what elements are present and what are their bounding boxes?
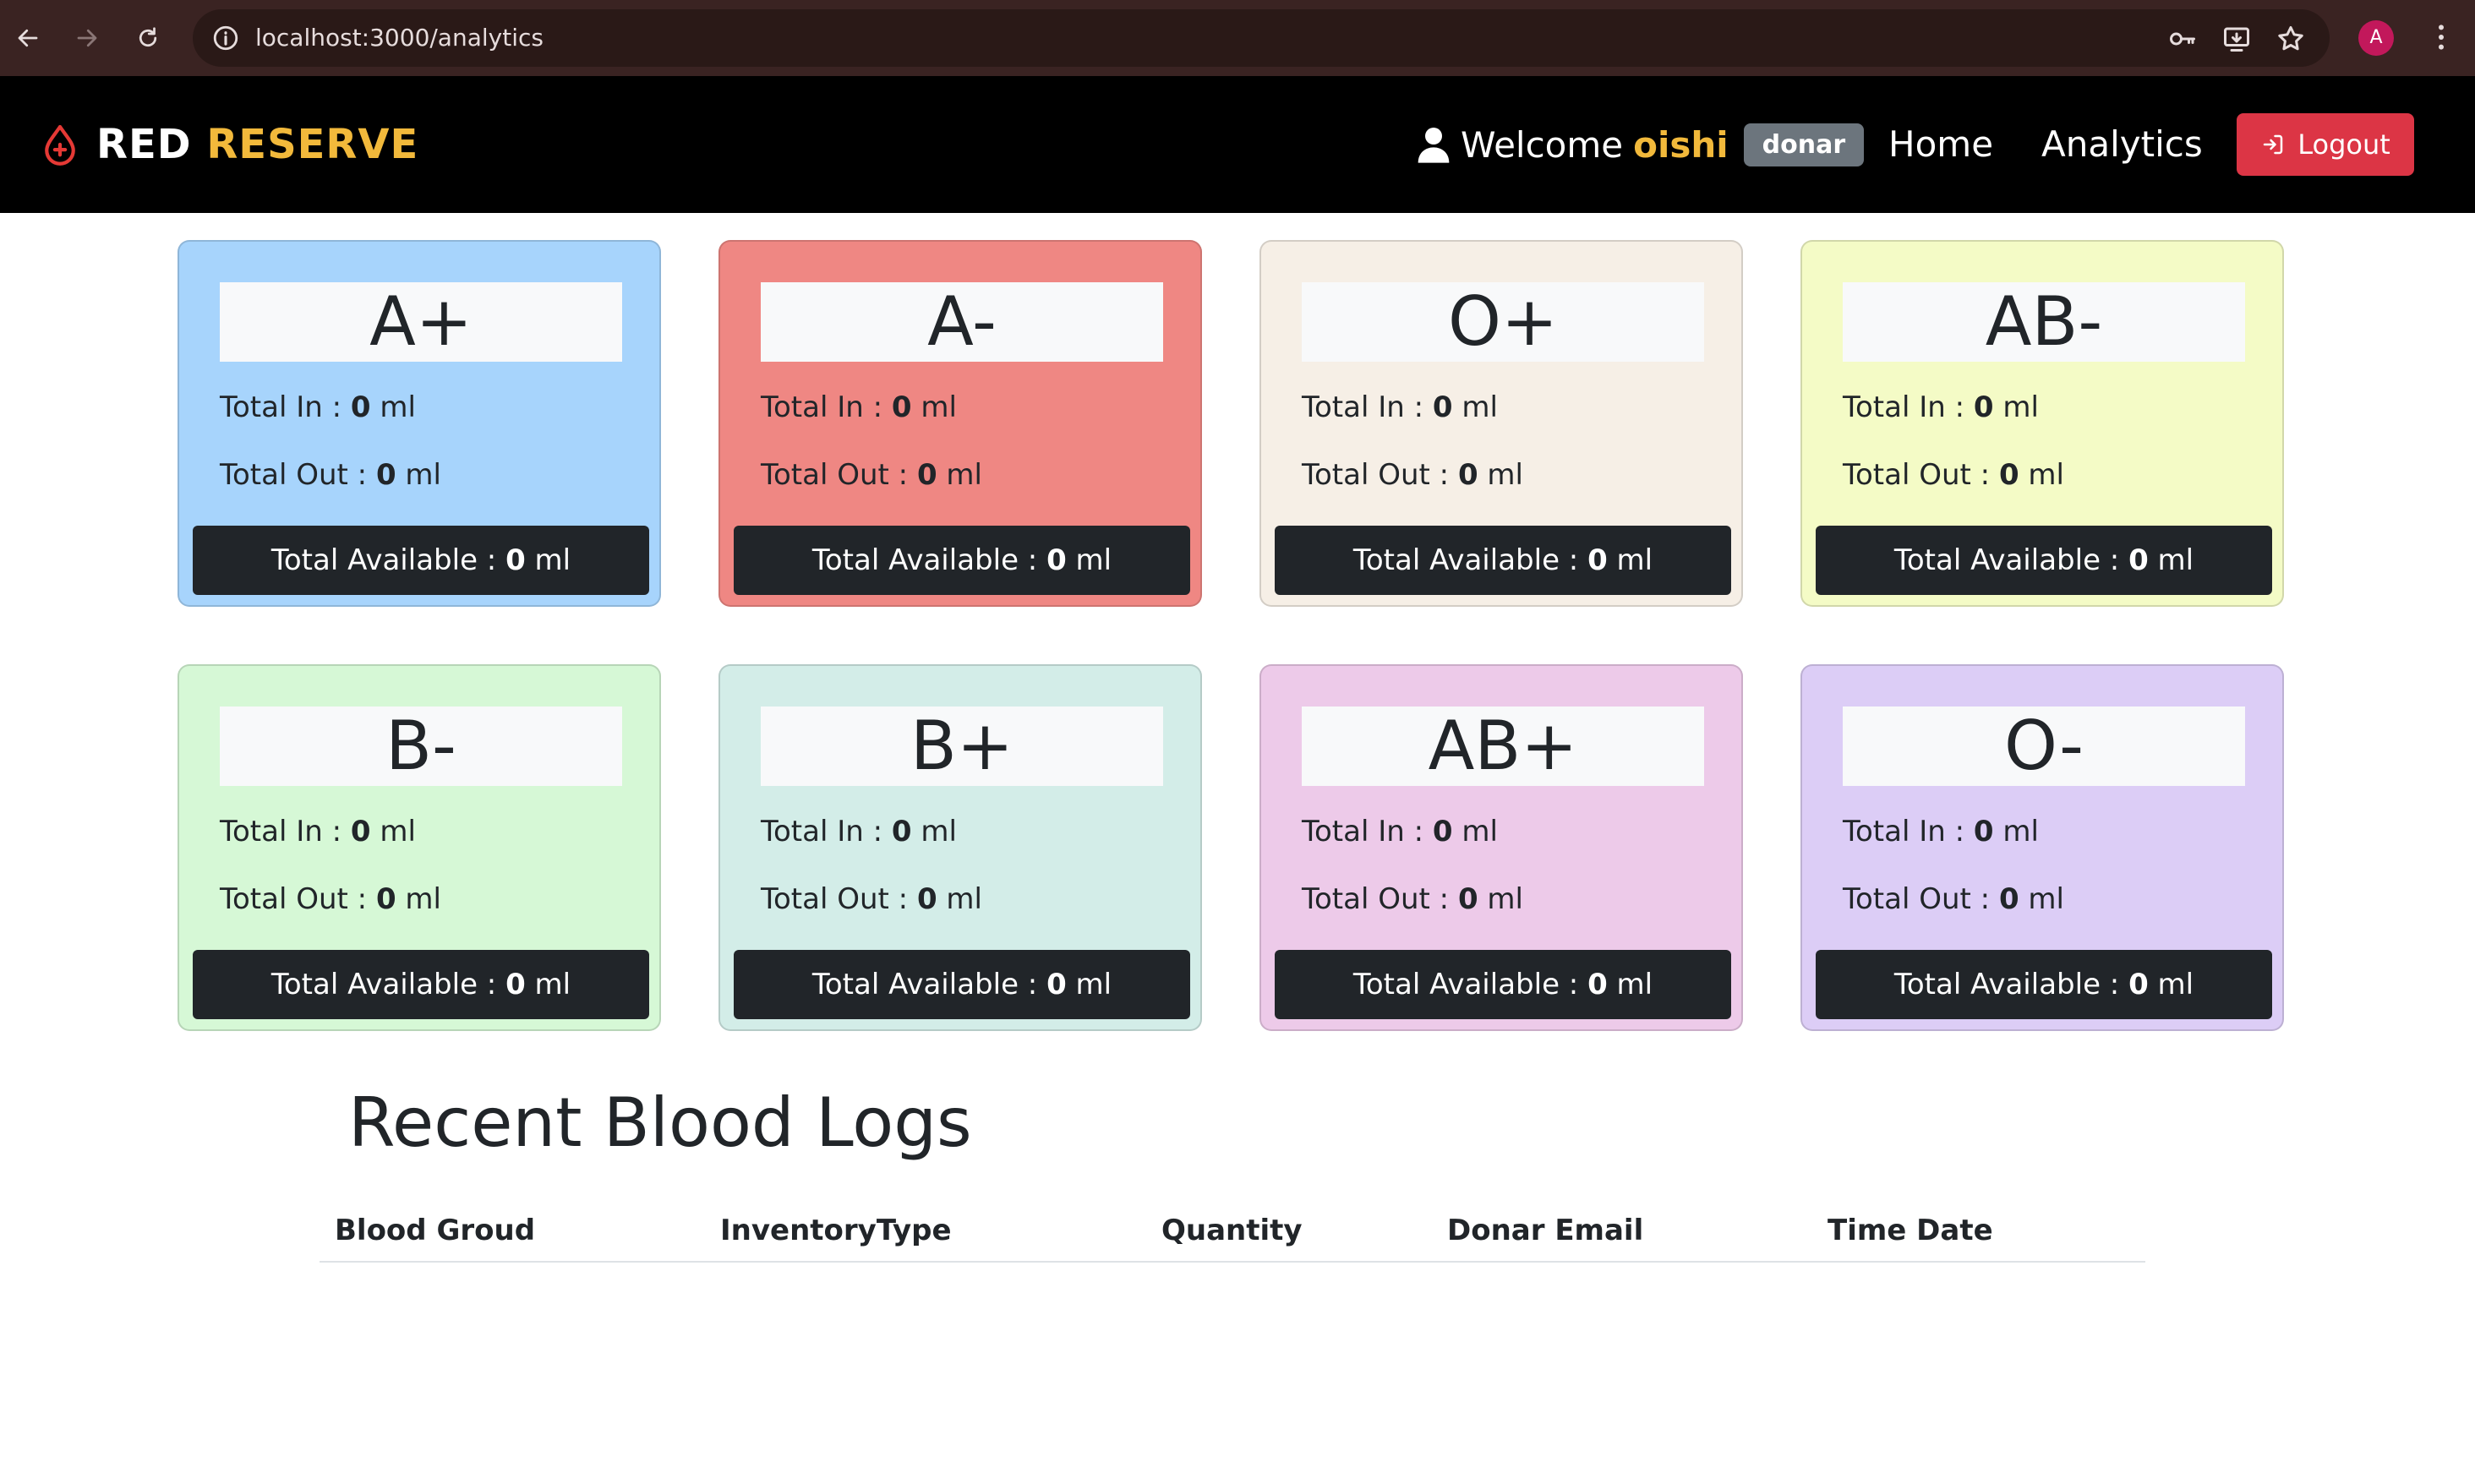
welcome-label: Welcome <box>1461 123 1624 166</box>
nav-link-home[interactable]: Home <box>1888 76 1993 213</box>
brand[interactable]: RED RESERVE <box>42 76 418 213</box>
total-available: Total Available : 0 ml <box>193 950 649 1019</box>
url-text[interactable]: localhost:3000/analytics <box>255 9 544 67</box>
total-out: Total Out : 0 ml <box>1302 458 1523 492</box>
back-button[interactable] <box>7 17 49 59</box>
role-badge: donar <box>1743 123 1865 166</box>
browser-toolbar: localhost:3000/analytics A <box>0 0 2475 76</box>
total-available: Total Available : 0 ml <box>1816 950 2272 1019</box>
forward-button[interactable] <box>66 17 108 59</box>
blood-group-title: AB+ <box>1302 707 1704 786</box>
total-out: Total Out : 0 ml <box>1302 882 1523 916</box>
blood-group-title: AB- <box>1843 282 2245 362</box>
reload-button[interactable] <box>127 17 169 59</box>
card-a-positive: A+ Total In : 0 ml Total Out : 0 ml Tota… <box>178 240 661 607</box>
card-ab-positive: AB+ Total In : 0 ml Total Out : 0 ml Tot… <box>1259 664 1743 1031</box>
column-header-blood-group: Blood Groud <box>320 1200 705 1263</box>
total-in: Total In : 0 ml <box>1302 390 1498 424</box>
user-icon <box>1418 128 1450 163</box>
arrow-right-icon <box>77 29 97 47</box>
total-in: Total In : 0 ml <box>1843 815 2039 848</box>
total-out: Total Out : 0 ml <box>761 458 982 492</box>
total-available: Total Available : 0 ml <box>1275 526 1731 595</box>
blood-group-title: A+ <box>220 282 622 362</box>
star-icon[interactable] <box>2276 24 2306 54</box>
total-out: Total Out : 0 ml <box>761 882 982 916</box>
total-available: Total Available : 0 ml <box>734 526 1190 595</box>
app-navbar: RED RESERVE Welcome oishi donar Home Ana… <box>0 76 2475 213</box>
blood-group-title: B+ <box>761 707 1163 786</box>
total-available: Total Available : 0 ml <box>734 950 1190 1019</box>
total-out: Total Out : 0 ml <box>1843 882 2064 916</box>
logout-icon <box>2263 134 2283 155</box>
install-app-icon[interactable] <box>2221 24 2252 54</box>
nav-link-analytics[interactable]: Analytics <box>2041 76 2203 213</box>
total-available: Total Available : 0 ml <box>1275 950 1731 1019</box>
total-out: Total Out : 0 ml <box>220 882 441 916</box>
total-in: Total In : 0 ml <box>1843 390 2039 424</box>
site-info-icon[interactable] <box>211 24 240 52</box>
column-header-inventory-type: InventoryType <box>705 1200 1146 1263</box>
card-b-negative: B- Total In : 0 ml Total Out : 0 ml Tota… <box>178 664 661 1031</box>
blood-drop-icon <box>45 124 75 166</box>
blood-group-title: A- <box>761 282 1163 362</box>
column-header-time-date: Time Date <box>1812 1200 2145 1263</box>
total-available: Total Available : 0 ml <box>193 526 649 595</box>
total-out: Total Out : 0 ml <box>1843 458 2064 492</box>
total-in: Total In : 0 ml <box>761 815 957 848</box>
welcome-user: Welcome oishi donar <box>1417 76 1865 213</box>
user-name: oishi <box>1633 123 1729 166</box>
column-header-donar-email: Donar Email <box>1432 1200 1812 1263</box>
total-out: Total Out : 0 ml <box>220 458 441 492</box>
address-bar[interactable]: localhost:3000/analytics <box>193 9 2330 67</box>
card-a-negative: A- Total In : 0 ml Total Out : 0 ml Tota… <box>718 240 1202 607</box>
card-ab-negative: AB- Total In : 0 ml Total Out : 0 ml Tot… <box>1800 240 2284 607</box>
total-in: Total In : 0 ml <box>1302 815 1498 848</box>
profile-avatar[interactable]: A <box>2358 20 2394 56</box>
reload-icon <box>139 27 157 47</box>
total-in: Total In : 0 ml <box>761 390 957 424</box>
logs-table: Blood Groud InventoryType Quantity Donar… <box>320 1200 2145 1263</box>
logs-heading: Recent Blood Logs <box>348 1083 972 1162</box>
total-in: Total In : 0 ml <box>220 815 416 848</box>
blood-group-title: O+ <box>1302 282 1704 362</box>
card-b-positive: B+ Total In : 0 ml Total Out : 0 ml Tota… <box>718 664 1202 1031</box>
card-o-positive: O+ Total In : 0 ml Total Out : 0 ml Tota… <box>1259 240 1743 607</box>
key-icon[interactable] <box>2167 24 2198 54</box>
more-menu-icon[interactable] <box>2424 20 2458 54</box>
logout-label: Logout <box>2297 128 2390 161</box>
blood-group-title: B- <box>220 707 622 786</box>
total-in: Total In : 0 ml <box>220 390 416 424</box>
card-o-negative: O- Total In : 0 ml Total Out : 0 ml Tota… <box>1800 664 2284 1031</box>
brand-name-first: RED <box>96 121 192 168</box>
total-available: Total Available : 0 ml <box>1816 526 2272 595</box>
blood-group-title: O- <box>1843 707 2245 786</box>
logout-button[interactable]: Logout <box>2237 113 2414 176</box>
column-header-quantity: Quantity <box>1146 1200 1432 1263</box>
brand-name-second: RESERVE <box>206 121 419 168</box>
table-header-row: Blood Groud InventoryType Quantity Donar… <box>320 1200 2145 1263</box>
arrow-left-icon <box>18 29 38 47</box>
